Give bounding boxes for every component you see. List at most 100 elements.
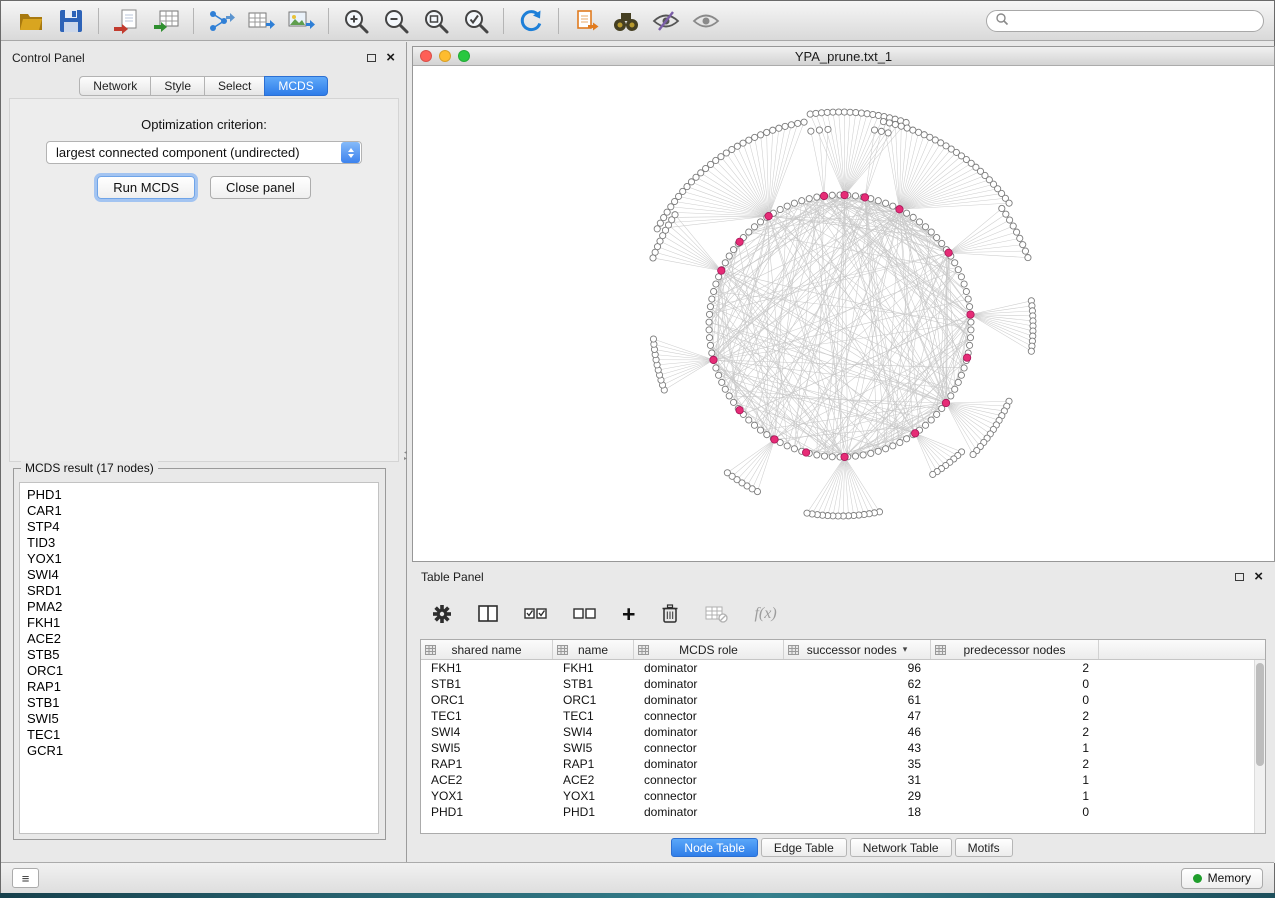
export-image-icon[interactable]: [281, 4, 321, 38]
search-input[interactable]: [1014, 14, 1255, 28]
column-header-filler: [1099, 640, 1265, 659]
select-all-columns-icon[interactable]: [524, 605, 547, 623]
result-node[interactable]: STB5: [27, 647, 378, 663]
control-panel-header: Control Panel ×: [1, 42, 406, 74]
mcds-result-list[interactable]: PHD1CAR1STP4TID3YOX1SWI4SRD1PMA2FKH1ACE2…: [19, 482, 379, 834]
search-icon: [995, 12, 1009, 29]
float-table-panel-icon[interactable]: [1235, 573, 1244, 581]
table-row[interactable]: SWI4SWI4dominator462: [421, 724, 1254, 740]
table-row[interactable]: ORC1ORC1dominator610: [421, 692, 1254, 708]
result-node[interactable]: ORC1: [27, 663, 378, 679]
tab-node-table[interactable]: Node Table: [671, 838, 758, 857]
import-network-icon[interactable]: [106, 4, 146, 38]
tab-network-table[interactable]: Network Table: [850, 838, 952, 857]
column-header-MCDS-role[interactable]: MCDS role: [634, 640, 784, 659]
refresh-icon[interactable]: [511, 4, 551, 38]
result-node[interactable]: YOX1: [27, 551, 378, 567]
result-node[interactable]: PHD1: [27, 487, 378, 503]
desktop-background: [0, 893, 1275, 898]
table-row[interactable]: STB1STB1dominator620: [421, 676, 1254, 692]
close-panel-button[interactable]: Close panel: [210, 176, 311, 199]
zoom-selected-icon[interactable]: [456, 4, 496, 38]
function-builder-icon: f(x): [754, 605, 776, 623]
memory-button[interactable]: Memory: [1181, 868, 1263, 889]
memory-status-icon: [1193, 874, 1202, 883]
find-icon[interactable]: [606, 4, 646, 38]
hide-graphics-details-icon[interactable]: [646, 4, 686, 38]
table-row[interactable]: ACE2ACE2connector311: [421, 772, 1254, 788]
table-row[interactable]: YOX1YOX1connector291: [421, 788, 1254, 804]
clone-network-icon[interactable]: [566, 4, 606, 38]
result-node[interactable]: STP4: [27, 519, 378, 535]
table-row[interactable]: RAP1RAP1dominator352: [421, 756, 1254, 772]
network-window-title: YPA_prune.txt_1: [413, 49, 1274, 64]
zoom-out-icon[interactable]: [376, 4, 416, 38]
tab-network[interactable]: Network: [79, 76, 150, 96]
criterion-dropdown[interactable]: largest connected component (undirected): [46, 141, 362, 164]
network-canvas[interactable]: [413, 67, 1274, 561]
control-panel: Control Panel × NetworkStyleSelectMCDS O…: [1, 42, 407, 863]
result-node[interactable]: STB1: [27, 695, 378, 711]
close-table-panel-icon[interactable]: ×: [1254, 572, 1263, 582]
table-toolbar: + f(x): [408, 591, 1275, 636]
result-node[interactable]: SWI5: [27, 711, 378, 727]
app-window: Control Panel × NetworkStyleSelectMCDS O…: [0, 0, 1275, 893]
sort-caret-icon: ▾: [903, 644, 908, 655]
column-header-shared-name[interactable]: shared name: [421, 640, 553, 659]
result-node[interactable]: RAP1: [27, 679, 378, 695]
toolbar-separator: [503, 8, 504, 34]
status-bar: ≡ Memory: [1, 862, 1274, 893]
table-scrollbar[interactable]: [1254, 660, 1265, 833]
result-node[interactable]: ACE2: [27, 631, 378, 647]
column-header-predecessor-nodes[interactable]: predecessor nodes: [931, 640, 1099, 659]
tab-style[interactable]: Style: [150, 76, 204, 96]
table-panel-title: Table Panel: [421, 570, 484, 584]
zoom-in-icon[interactable]: [336, 4, 376, 38]
create-column-icon[interactable]: +: [622, 604, 635, 624]
delete-column-icon[interactable]: [661, 603, 679, 624]
tab-select[interactable]: Select: [204, 76, 264, 96]
table-row[interactable]: FKH1FKH1dominator962: [421, 660, 1254, 676]
tab-motifs[interactable]: Motifs: [955, 838, 1013, 857]
save-session-icon[interactable]: [51, 4, 91, 38]
result-node[interactable]: TEC1: [27, 727, 378, 743]
float-panel-icon[interactable]: [367, 54, 376, 62]
result-node[interactable]: GCR1: [27, 743, 378, 759]
network-window: YPA_prune.txt_1: [412, 46, 1275, 562]
show-columns-icon[interactable]: [478, 605, 498, 623]
column-header-name[interactable]: name: [553, 640, 634, 659]
table-settings-gear-icon[interactable]: [432, 604, 452, 624]
open-file-icon[interactable]: [11, 4, 51, 38]
mcds-tab-content: Optimization criterion: largest connecte…: [9, 98, 399, 462]
result-node[interactable]: TID3: [27, 535, 378, 551]
result-node[interactable]: CAR1: [27, 503, 378, 519]
toolbar-separator: [98, 8, 99, 34]
tab-edge-table[interactable]: Edge Table: [761, 838, 847, 857]
table-row[interactable]: SWI5SWI5connector431: [421, 740, 1254, 756]
panel-splitter[interactable]: ◂▸: [403, 450, 408, 462]
dropdown-stepper-icon: [341, 142, 360, 163]
column-header-successor-nodes[interactable]: successor nodes▾: [784, 640, 931, 659]
table-row[interactable]: TEC1TEC1connector472: [421, 708, 1254, 724]
zoom-fit-icon[interactable]: [416, 4, 456, 38]
table-scrollbar-thumb[interactable]: [1256, 663, 1264, 766]
network-titlebar[interactable]: YPA_prune.txt_1: [413, 47, 1274, 66]
table-panel-header: Table Panel ×: [408, 562, 1275, 591]
result-node[interactable]: SWI4: [27, 567, 378, 583]
show-graphics-details-icon[interactable]: [686, 4, 726, 38]
import-table-icon[interactable]: [146, 4, 186, 38]
run-mcds-button[interactable]: Run MCDS: [97, 176, 195, 199]
result-node[interactable]: FKH1: [27, 615, 378, 631]
table-tabs: Node TableEdge TableNetwork TableMotifs: [408, 838, 1275, 857]
result-node[interactable]: SRD1: [27, 583, 378, 599]
export-network-icon[interactable]: [201, 4, 241, 38]
tab-mcds[interactable]: MCDS: [264, 76, 327, 96]
task-history-icon[interactable]: ≡: [12, 868, 39, 888]
result-node[interactable]: PMA2: [27, 599, 378, 615]
deselect-all-columns-icon[interactable]: [573, 605, 596, 623]
close-panel-icon[interactable]: ×: [386, 53, 395, 63]
search-field[interactable]: [986, 10, 1264, 32]
export-table-icon[interactable]: [241, 4, 281, 38]
mcds-result-group: MCDS result (17 nodes) PHD1CAR1STP4TID3Y…: [13, 468, 386, 840]
table-row[interactable]: PHD1PHD1dominator180: [421, 804, 1254, 820]
